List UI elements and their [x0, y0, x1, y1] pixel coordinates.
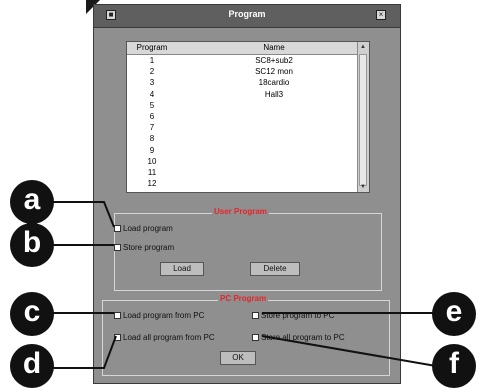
callout-leader-lines	[52, 201, 437, 369]
leader-line-a	[52, 201, 115, 228]
callout-e: e	[432, 292, 476, 336]
callout-a: a	[10, 180, 54, 224]
callout-c: c	[10, 292, 54, 336]
callout-f: f	[432, 344, 476, 388]
callout-b: b	[10, 223, 54, 267]
leader-line-d	[52, 335, 117, 369]
leader-line-f	[261, 335, 437, 367]
callout-d: d	[10, 344, 54, 388]
